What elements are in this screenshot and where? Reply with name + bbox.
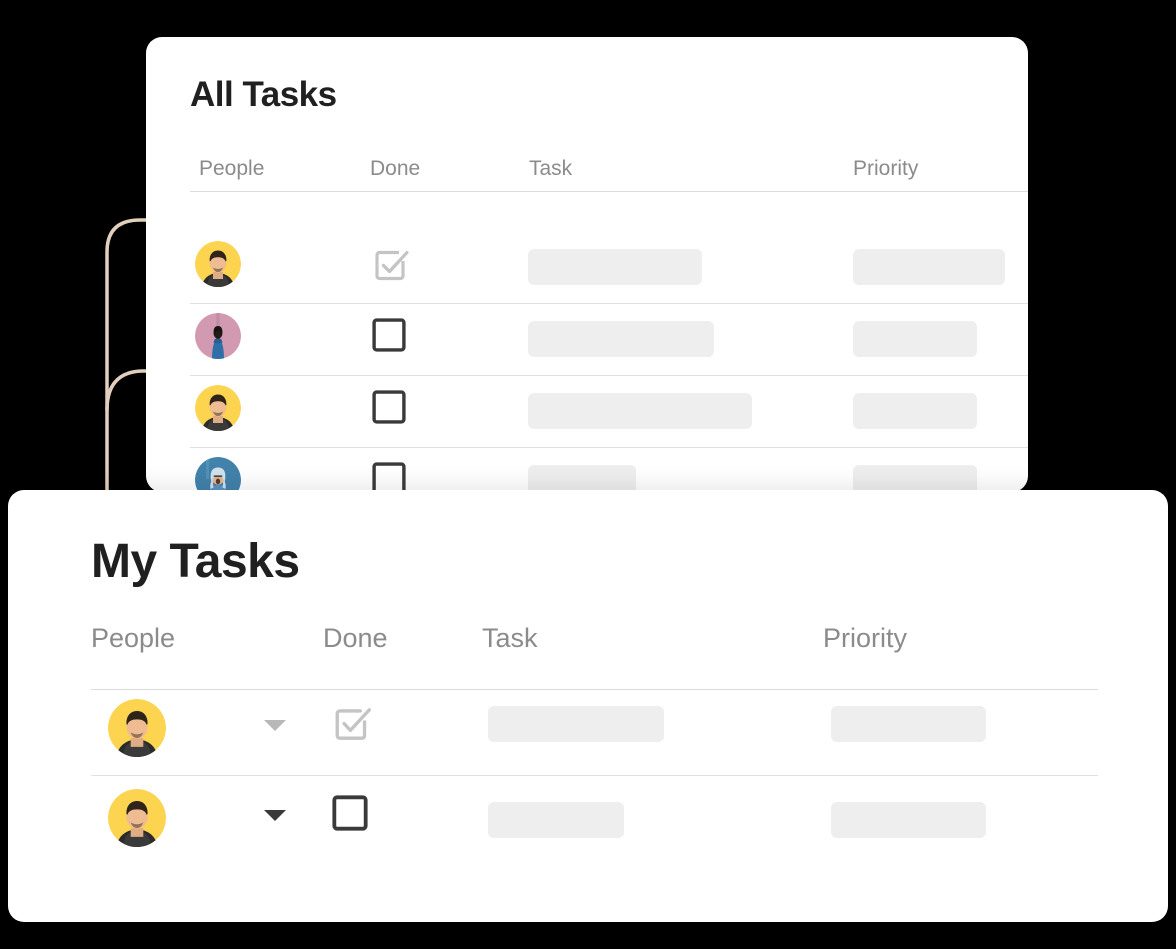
task-placeholder	[528, 321, 714, 357]
row-divider	[190, 303, 1028, 304]
header-divider	[190, 191, 1028, 192]
checkbox-done-unchecked[interactable]	[372, 462, 406, 492]
avatar[interactable]	[108, 699, 166, 757]
checkbox-done-unchecked[interactable]	[372, 318, 406, 352]
column-header-task: Task	[482, 623, 538, 653]
column-header-priority: Priority	[853, 157, 919, 180]
priority-placeholder	[853, 393, 977, 429]
priority-placeholder	[853, 465, 977, 492]
avatar[interactable]	[195, 241, 241, 287]
my-tasks-card: My Tasks People Done Task Priority	[8, 490, 1168, 922]
header-divider	[91, 689, 1098, 690]
column-header-people: People	[91, 623, 176, 653]
task-placeholder	[528, 465, 636, 492]
row-divider	[190, 375, 1028, 376]
avatar[interactable]	[195, 385, 241, 431]
chevron-down-icon[interactable]	[264, 810, 286, 821]
row-divider	[190, 447, 1028, 448]
column-header-priority: Priority	[823, 623, 908, 653]
checkbox-done-unchecked[interactable]	[332, 795, 368, 831]
screenshot-stage: All Tasks People Done Task Priority My T…	[0, 0, 1176, 949]
column-header-done: Done	[323, 623, 388, 653]
priority-placeholder	[853, 249, 1005, 285]
all-tasks-table: People Done Task Priority	[146, 37, 1028, 492]
checkbox-done-checked[interactable]	[372, 244, 412, 284]
column-header-people: People	[199, 157, 265, 180]
priority-placeholder	[831, 706, 986, 742]
avatar[interactable]	[108, 789, 166, 847]
column-header-done: Done	[370, 157, 421, 180]
avatar[interactable]	[195, 313, 241, 359]
task-placeholder	[528, 393, 752, 429]
priority-placeholder	[853, 321, 977, 357]
row-divider	[91, 775, 1098, 776]
priority-placeholder	[831, 802, 986, 838]
my-tasks-table: People Done Task Priority	[8, 490, 1168, 922]
checkbox-done-checked[interactable]	[332, 702, 374, 744]
avatar[interactable]	[195, 457, 241, 492]
chevron-down-icon[interactable]	[264, 720, 286, 731]
column-header-task: Task	[529, 157, 573, 180]
task-placeholder	[528, 249, 702, 285]
all-tasks-card: All Tasks People Done Task Priority	[146, 37, 1028, 492]
checkbox-done-unchecked[interactable]	[372, 390, 406, 424]
task-placeholder	[488, 802, 624, 838]
task-placeholder	[488, 706, 664, 742]
